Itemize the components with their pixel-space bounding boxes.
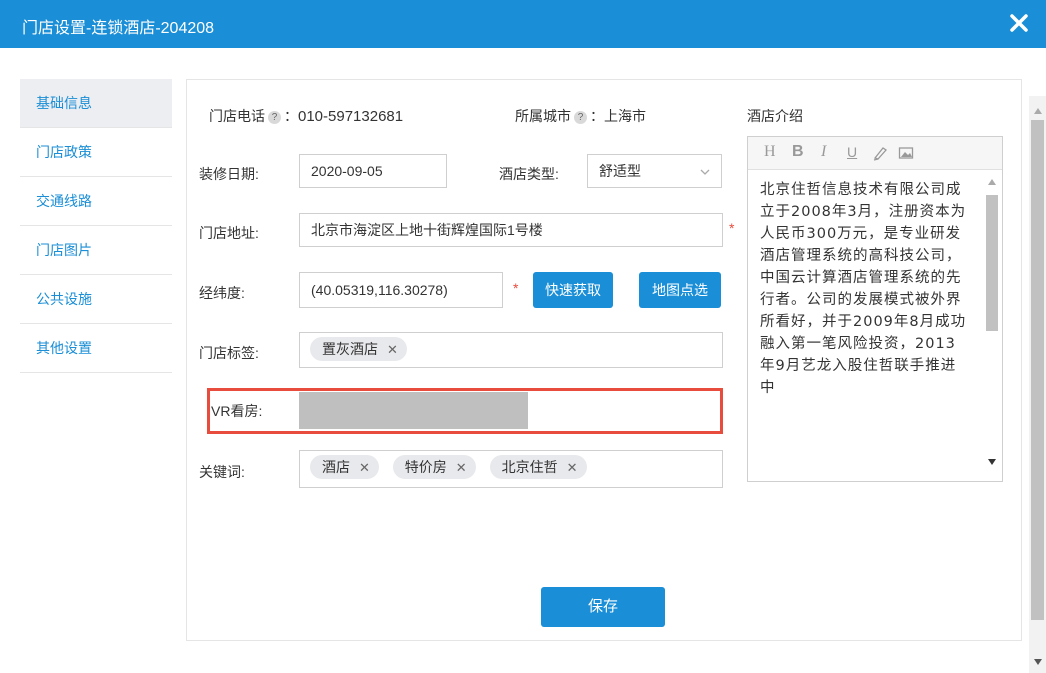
- keyword-chip: 北京住哲 ✕: [489, 455, 587, 479]
- address-label: 门店地址:: [199, 225, 259, 241]
- vr-label: VR看房:: [211, 403, 263, 419]
- city-value: 上海市: [604, 108, 646, 124]
- pen-icon[interactable]: [872, 145, 888, 161]
- store-tags-label: 门店标签:: [199, 345, 259, 361]
- dialog-body: 基础信息 门店政策 交通线路 门店图片 公共设施 其他设置 门店电话? ：010-…: [0, 48, 1046, 673]
- phone-value: 010-597132681: [298, 108, 404, 125]
- help-icon[interactable]: ?: [574, 111, 587, 124]
- required-mark: *: [729, 220, 735, 236]
- remove-keyword-icon[interactable]: ✕: [456, 460, 467, 475]
- renovation-date-label: 装修日期:: [199, 166, 259, 182]
- dialog-title: 门店设置-连锁酒店-204208: [22, 20, 215, 37]
- editor-scrollbar[interactable]: [986, 177, 998, 471]
- hotel-type-label: 酒店类型:: [499, 166, 559, 182]
- bold-button[interactable]: B: [792, 143, 804, 161]
- editor-scroll-thumb[interactable]: [986, 195, 998, 331]
- vr-input-redacted[interactable]: [299, 392, 528, 429]
- scroll-up-icon[interactable]: [988, 179, 996, 185]
- keywords-label: 关键词:: [199, 464, 245, 480]
- sidebar-item-basic-info[interactable]: 基础信息: [20, 79, 172, 128]
- keyword-chip: 酒店 ✕: [310, 455, 379, 479]
- keywords-input[interactable]: 酒店 ✕ 特价房 ✕ 北京住哲 ✕: [299, 450, 723, 488]
- save-button[interactable]: 保存: [541, 587, 665, 627]
- hotel-intro-text[interactable]: 北京住哲信息技术有限公司成立于2008年3月，注册资本为人民币300万元，是专业…: [760, 179, 970, 469]
- hotel-intro-label: 酒店介绍: [747, 108, 803, 124]
- heading-button[interactable]: H: [764, 143, 776, 161]
- underline-button[interactable]: U: [847, 144, 857, 160]
- help-icon[interactable]: ?: [268, 111, 281, 124]
- hotel-intro-editor[interactable]: H B I U 北京住哲信息技术有限公司成立于2008年3月，注册资本为人民币3…: [747, 136, 1003, 482]
- hotel-type-select[interactable]: 舒适型: [587, 154, 722, 188]
- remove-keyword-icon[interactable]: ✕: [567, 460, 578, 475]
- scroll-up-icon[interactable]: [1034, 108, 1042, 114]
- phone-colon: ：: [284, 108, 298, 124]
- store-tags-input[interactable]: 置灰酒店 ✕: [299, 332, 723, 368]
- keyword-label: 北京住哲: [501, 459, 558, 475]
- remove-keyword-icon[interactable]: ✕: [359, 460, 370, 475]
- renovation-date-input[interactable]: 2020-09-05: [299, 154, 447, 188]
- keyword-label: 特价房: [404, 459, 447, 475]
- remove-tag-icon[interactable]: ✕: [387, 342, 398, 357]
- chevron-down-icon: [700, 169, 710, 175]
- required-mark: *: [513, 280, 519, 296]
- coordinates-input[interactable]: (40.05319,116.30278): [299, 272, 503, 308]
- sidebar-item-store-policy[interactable]: 门店政策: [20, 128, 172, 177]
- hotel-type-value: 舒适型: [599, 163, 641, 179]
- address-input[interactable]: 北京市海淀区上地十街辉煌国际1号楼: [299, 213, 723, 247]
- basic-info-panel: 门店电话? ：010-597132681 所属城市? ：上海市 装修日期: 2020…: [186, 79, 1022, 641]
- settings-sidebar: 基础信息 门店政策 交通线路 门店图片 公共设施 其他设置: [20, 79, 172, 373]
- map-select-button[interactable]: 地图点选: [639, 272, 721, 308]
- main-scrollbar[interactable]: [1029, 96, 1046, 673]
- close-icon[interactable]: [1006, 10, 1032, 36]
- editor-toolbar: H B I U: [748, 137, 1002, 170]
- scroll-down-icon[interactable]: [1034, 659, 1042, 665]
- scroll-down-icon[interactable]: [988, 459, 996, 465]
- city-row: 所属城市? ：上海市: [515, 106, 646, 126]
- sidebar-item-store-images[interactable]: 门店图片: [20, 226, 172, 275]
- sidebar-item-facilities[interactable]: 公共设施: [20, 275, 172, 324]
- keyword-label: 酒店: [322, 459, 350, 475]
- image-icon[interactable]: [898, 145, 914, 161]
- italic-button[interactable]: I: [821, 143, 826, 161]
- tag-label: 置灰酒店: [322, 341, 378, 357]
- quick-fetch-button[interactable]: 快速获取: [533, 272, 613, 308]
- phone-row: 门店电话? ：010-597132681: [209, 106, 403, 126]
- tag-chip: 置灰酒店 ✕: [310, 337, 407, 361]
- dialog-titlebar: 门店设置-连锁酒店-204208: [0, 0, 1046, 48]
- city-label: 所属城市: [515, 108, 571, 124]
- coordinates-label: 经纬度:: [199, 285, 245, 301]
- main-scroll-thumb[interactable]: [1031, 120, 1044, 620]
- phone-label: 门店电话: [209, 108, 265, 124]
- keyword-chip: 特价房 ✕: [392, 455, 476, 479]
- city-colon: ：: [590, 108, 604, 124]
- sidebar-item-transport[interactable]: 交通线路: [20, 177, 172, 226]
- sidebar-item-other-settings[interactable]: 其他设置: [20, 324, 172, 373]
